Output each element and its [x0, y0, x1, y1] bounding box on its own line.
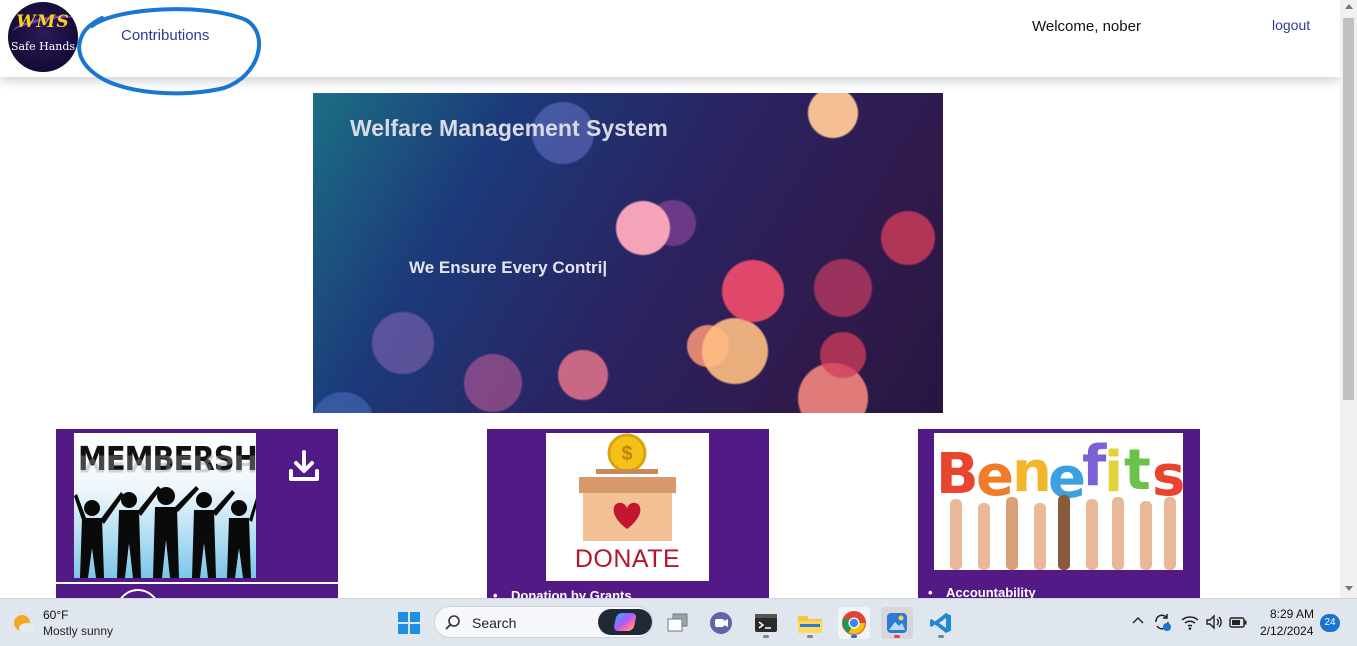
wms-logo[interactable]: WMS Safe Hands: [8, 2, 78, 72]
logo-wms-text: WMS: [16, 12, 70, 32]
benefits-image: B e n e f i t s: [934, 433, 1183, 570]
sync-icon[interactable]: [1152, 612, 1172, 632]
membership-card: MEMBERSHIP MEMBERSHIP: [56, 429, 338, 599]
svg-text:$: $: [621, 443, 632, 465]
svg-text:B: B: [936, 442, 979, 507]
taskbar-search-box[interactable]: Search: [434, 606, 653, 638]
hero-banner: Welfare Management System We Ensure Ever…: [313, 93, 943, 413]
start-icon[interactable]: [393, 607, 425, 639]
logo-safe-hands-text: Safe Hands: [10, 40, 76, 53]
hero-typing-text: We Ensure Every Contri|: [409, 258, 608, 277]
download-icon[interactable]: [288, 449, 320, 483]
navbar: WMS Safe Hands Contributions Welcome, no…: [0, 0, 1340, 96]
donate-image-text: DONATE: [574, 545, 681, 573]
teams-icon[interactable]: [705, 607, 737, 639]
running-indicator: [807, 635, 813, 638]
task-view-icon[interactable]: [662, 607, 694, 639]
membership-image-reflection: MEMBERSHIP: [78, 449, 256, 477]
scroll-down-arrow-icon[interactable]: [1345, 586, 1353, 591]
vscode-icon[interactable]: [925, 607, 957, 639]
clock-time[interactable]: 8:29 AM: [1270, 607, 1314, 621]
bullet-accountability: Accountability: [928, 585, 1035, 599]
logout-link[interactable]: logout: [1272, 17, 1310, 33]
donate-card: $ DONATE Donation by Grants: [487, 429, 769, 599]
membership-image: MEMBERSHIP MEMBERSHIP: [74, 433, 256, 578]
volume-icon[interactable]: [1204, 612, 1224, 632]
running-indicator: [763, 635, 769, 638]
welcome-text: Welcome, nober: [1032, 18, 1141, 35]
svg-text:i: i: [1104, 440, 1123, 505]
card-divider: [56, 582, 338, 584]
notification-badge[interactable]: 24: [1320, 614, 1340, 632]
battery-icon[interactable]: [1228, 612, 1248, 632]
photos-icon[interactable]: [881, 607, 913, 639]
wifi-icon[interactable]: [1180, 612, 1200, 632]
annotation-circle: [77, 7, 262, 96]
search-icon: [445, 615, 460, 630]
chevron-up-icon[interactable]: [1132, 615, 1144, 627]
file-explorer-icon[interactable]: [794, 607, 826, 639]
running-indicator: [894, 635, 900, 638]
benefits-hands-icon: B e n e f i t s: [936, 434, 1183, 570]
windows-taskbar: 60°F Mostly sunny Search 8:29 AM 2/12/20…: [0, 598, 1357, 646]
running-indicator: [938, 635, 944, 638]
search-label: Search: [472, 615, 517, 631]
scroll-up-arrow-icon[interactable]: [1345, 4, 1353, 9]
browser-page: WMS Safe Hands Contributions Welcome, no…: [0, 0, 1357, 646]
donate-image: $ DONATE: [546, 433, 709, 581]
chrome-icon[interactable]: [838, 607, 870, 639]
svg-text:n: n: [1012, 440, 1052, 505]
active-indicator: [851, 635, 857, 638]
svg-text:t: t: [1124, 438, 1151, 503]
weather-temperature[interactable]: 60°F: [43, 608, 68, 622]
copilot-icon[interactable]: [598, 609, 652, 635]
scroll-thumb[interactable]: [1343, 18, 1354, 400]
weather-description[interactable]: Mostly sunny: [43, 624, 113, 638]
people-silhouettes-icon: [74, 486, 256, 578]
hero-title: Welfare Management System: [350, 115, 668, 141]
benefits-card: B e n e f i t s • Accountability: [918, 429, 1200, 599]
sunny-weather-icon[interactable]: [12, 613, 36, 635]
terminal-icon[interactable]: [750, 607, 782, 639]
clock-date[interactable]: 2/12/2024: [1260, 624, 1313, 638]
page-scrollbar[interactable]: [1340, 0, 1357, 598]
